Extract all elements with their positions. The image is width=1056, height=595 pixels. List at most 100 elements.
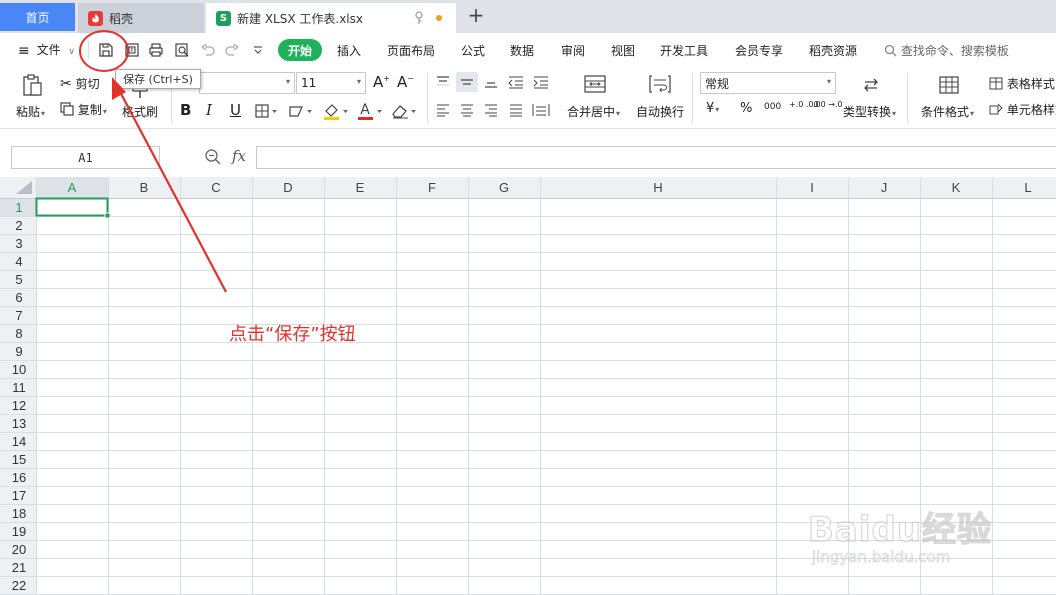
tab-docer[interactable]: 稻壳: [78, 3, 204, 33]
paste-button[interactable]: 粘贴▾: [16, 103, 45, 120]
row-header-22[interactable]: 22: [12, 578, 26, 593]
thousands-separator-icon[interactable]: 000: [764, 102, 781, 112]
row-header-16[interactable]: 16: [12, 470, 26, 485]
merge-center-icon[interactable]: [583, 73, 607, 95]
customize-quick-access-icon[interactable]: [248, 40, 268, 60]
distributed-align-icon[interactable]: [531, 101, 551, 119]
merge-center-button[interactable]: 合并居中▾: [567, 103, 620, 120]
decrease-decimal-icon[interactable]: .00 →.0: [813, 100, 843, 109]
italic-icon[interactable]: I: [206, 101, 212, 119]
row-header-11[interactable]: 11: [12, 380, 26, 395]
fill-handle[interactable]: [104, 212, 111, 219]
decrease-indent-icon[interactable]: [506, 73, 526, 91]
undo-icon[interactable]: [198, 40, 218, 60]
tab-home[interactable]: 首页: [0, 3, 75, 31]
bold-icon[interactable]: B: [180, 101, 191, 119]
row-header-17[interactable]: 17: [12, 488, 26, 503]
increase-decimal-icon[interactable]: +.0 .00: [789, 100, 819, 109]
zoom-icon[interactable]: [204, 148, 222, 166]
column-header-h[interactable]: H: [653, 180, 662, 195]
align-left-icon[interactable]: [433, 101, 453, 119]
conditional-format-icon[interactable]: [938, 74, 960, 96]
number-format-select[interactable]: 常规 ▾: [700, 72, 836, 94]
name-box[interactable]: A1: [11, 146, 160, 169]
file-menu[interactable]: ≡ 文件 ∨: [18, 41, 75, 59]
row-header-4[interactable]: 4: [15, 254, 22, 269]
column-header-d[interactable]: D: [283, 180, 292, 195]
menu-formula[interactable]: 公式: [461, 42, 485, 59]
row-header-2[interactable]: 2: [15, 218, 22, 233]
menu-developer[interactable]: 开发工具: [660, 42, 708, 59]
align-right-icon[interactable]: [481, 101, 501, 119]
column-header-e[interactable]: E: [356, 180, 365, 195]
save-icon[interactable]: [96, 40, 116, 60]
pin-icon[interactable]: [414, 11, 424, 28]
copy-button[interactable]: 复制▾: [60, 101, 107, 119]
row-header-1[interactable]: 1: [15, 200, 22, 215]
row-header-9[interactable]: 9: [15, 344, 22, 359]
table-style-button[interactable]: 表格样式: [989, 75, 1055, 93]
row-header-3[interactable]: 3: [15, 236, 22, 251]
column-header-b[interactable]: B: [140, 180, 149, 195]
column-header-f[interactable]: F: [428, 180, 436, 195]
format-painter-label[interactable]: 格式刷: [122, 103, 158, 120]
row-header-12[interactable]: 12: [12, 398, 26, 413]
type-convert-icon[interactable]: [860, 74, 882, 96]
menu-member[interactable]: 会员专享: [735, 42, 783, 59]
underline-icon[interactable]: U: [230, 101, 241, 119]
column-header-l[interactable]: L: [1024, 180, 1031, 195]
menu-page-layout[interactable]: 页面布局: [387, 42, 435, 59]
row-header-14[interactable]: 14: [12, 434, 26, 449]
menu-view[interactable]: 视图: [611, 42, 635, 59]
paste-icon[interactable]: [20, 72, 44, 98]
fill-color-icon[interactable]: [321, 101, 351, 121]
clear-format-icon[interactable]: [389, 102, 419, 120]
borders-icon[interactable]: [254, 103, 280, 119]
row-header-10[interactable]: 10: [12, 362, 26, 377]
row-header-13[interactable]: 13: [12, 416, 26, 431]
row-header-5[interactable]: 5: [15, 272, 22, 287]
row-header-19[interactable]: 19: [12, 524, 26, 539]
export-pdf-icon[interactable]: P: [122, 40, 142, 60]
redo-icon[interactable]: [222, 40, 242, 60]
column-header-g[interactable]: G: [499, 180, 509, 195]
align-middle-icon[interactable]: [456, 72, 478, 92]
cell-style-button[interactable]: 单元格样式: [989, 101, 1056, 119]
cut-button[interactable]: ✂ 剪切: [60, 75, 100, 92]
menu-docer-resources[interactable]: 稻壳资源: [809, 42, 857, 59]
menu-data[interactable]: 数据: [510, 42, 534, 59]
column-header-i[interactable]: I: [810, 180, 814, 195]
row-header-20[interactable]: 20: [12, 542, 26, 557]
font-color-icon[interactable]: A: [355, 100, 385, 121]
menu-review[interactable]: 审阅: [561, 42, 585, 59]
insert-function-icon[interactable]: fx: [232, 147, 246, 165]
align-bottom-icon[interactable]: [481, 73, 501, 91]
row-header-8[interactable]: 8: [15, 326, 22, 341]
row-header-15[interactable]: 15: [12, 452, 26, 467]
print-icon[interactable]: [146, 40, 166, 60]
command-search[interactable]: 查找命令、搜索模板: [884, 42, 1009, 60]
type-convert-button[interactable]: 类型转换▾: [843, 103, 896, 120]
row-header-21[interactable]: 21: [12, 560, 26, 575]
percent-icon[interactable]: %: [740, 101, 752, 116]
wrap-text-label[interactable]: 自动换行: [636, 103, 684, 120]
increase-font-size-icon[interactable]: A+: [373, 73, 390, 91]
active-cell-a1[interactable]: [35, 197, 109, 217]
tab-document[interactable]: S 新建 XLSX 工作表.xlsx: [206, 3, 456, 33]
justify-icon[interactable]: [506, 101, 526, 119]
wrap-text-icon[interactable]: [648, 73, 672, 95]
row-header-18[interactable]: 18: [12, 506, 26, 521]
formula-input[interactable]: [256, 146, 1056, 169]
tab-start[interactable]: 开始: [278, 39, 322, 61]
conditional-format-button[interactable]: 条件格式▾: [921, 103, 974, 120]
align-center-icon[interactable]: [457, 101, 477, 119]
currency-button[interactable]: ¥▾: [706, 101, 719, 116]
add-tab-button[interactable]: +: [466, 5, 486, 25]
column-header-c[interactable]: C: [211, 180, 220, 195]
decrease-font-size-icon[interactable]: A−: [397, 73, 414, 91]
font-size-select[interactable]: 11 ▾: [296, 72, 366, 94]
align-top-icon[interactable]: [433, 73, 453, 91]
print-preview-icon[interactable]: [172, 40, 192, 60]
column-header-k[interactable]: K: [952, 180, 961, 195]
row-header-7[interactable]: 7: [15, 308, 22, 323]
